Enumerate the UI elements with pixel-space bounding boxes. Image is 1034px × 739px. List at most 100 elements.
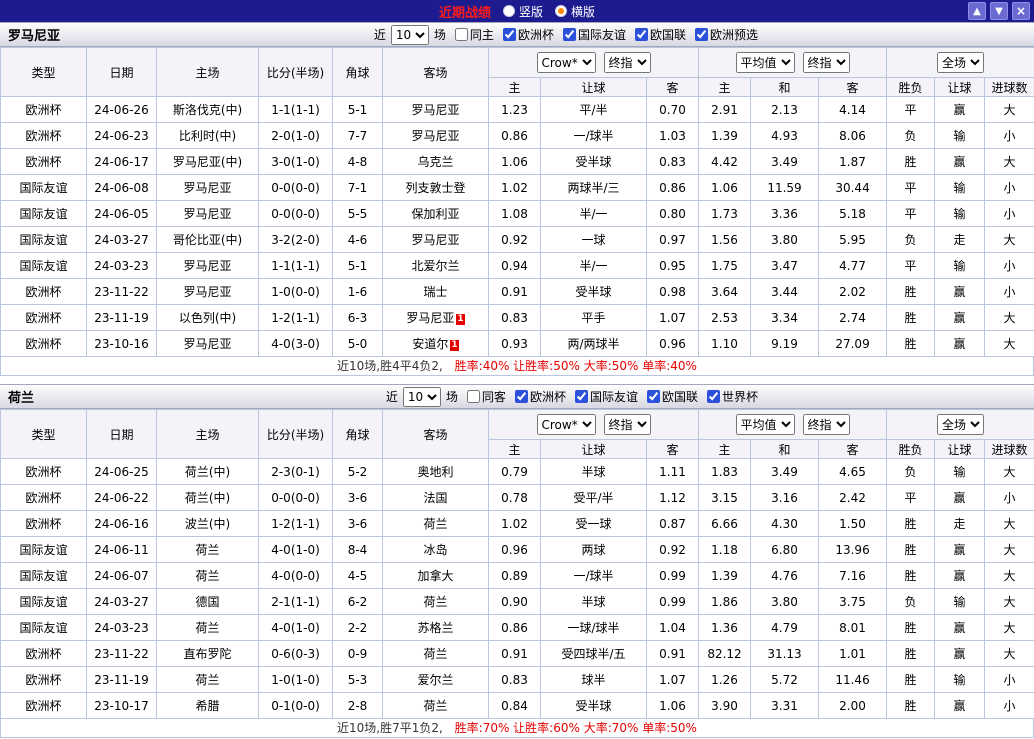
match-row: 欧洲杯 24-06-16 波兰(中) 1-2(1-1) 3-6 荷兰 1.02 受一球 0.87… — [0, 510, 1034, 537]
league-checkbox-3-input[interactable] — [694, 28, 708, 41]
handicap-cell: 半/一 — [540, 200, 647, 227]
avg-draw-odds-cell: 6.80 — [750, 536, 820, 563]
league-type-cell: 欧洲杯 — [0, 122, 87, 149]
league-label-3: 世界杯 — [721, 390, 758, 404]
home-team-cell: 荷兰 — [156, 666, 259, 693]
avg-source-select[interactable]: 平均值 — [735, 52, 795, 73]
same-venue-checkbox-input[interactable] — [466, 390, 480, 403]
away-team-name: 荷兰 — [423, 517, 448, 531]
match-row: 国际友谊 24-03-23 荷兰 4-0(1-0) 2-2 苏格兰 0.86 一球/球半 1.0… — [0, 614, 1034, 641]
col-avg-away: 客 — [818, 77, 888, 97]
away-team-name: 保加利亚 — [411, 207, 460, 221]
scroll-up-button[interactable]: ▲ — [968, 2, 986, 20]
date-cell: 24-06-08 — [86, 174, 157, 201]
red-card-badge: 1 — [456, 314, 465, 325]
avg-away-odds-cell: 4.77 — [818, 252, 888, 279]
filter-controls: 近 10 场 同主 欧洲杯 国际友谊 欧国联 欧洲预选 — [374, 24, 758, 45]
avg-draw-odds-cell: 4.93 — [750, 122, 820, 149]
col-date: 日期 — [86, 409, 157, 459]
away-team-name: 罗马尼亚 — [406, 311, 455, 325]
avg-home-odds-cell: 1.56 — [698, 226, 752, 253]
layout-vertical-radio[interactable]: 竖版 — [502, 3, 543, 20]
handicap-cell: 受平/半 — [540, 484, 647, 511]
handicap-result-cell: 赢 — [934, 562, 986, 589]
away-team-name: 冰岛 — [423, 543, 448, 557]
corners-cell: 5-2 — [332, 458, 383, 485]
score-cell: 4-0(1-0) — [258, 614, 333, 641]
handicap-result-cell: 赢 — [934, 304, 986, 331]
avg-home-odds-cell: 1.39 — [698, 122, 752, 149]
handicap-cell: 平/半 — [540, 96, 647, 123]
league-checkbox-0[interactable]: 欧洲杯 — [514, 388, 566, 405]
crow-home-odds-cell: 0.91 — [488, 640, 541, 667]
league-checkbox-2-input[interactable] — [634, 28, 648, 41]
layout-horizontal-radio[interactable]: 横版 — [555, 3, 595, 20]
score-cell: 0-1(0-0) — [258, 692, 333, 719]
recent-count-select[interactable]: 10 — [402, 386, 441, 407]
same-venue-checkbox[interactable]: 同主 — [454, 26, 494, 43]
fulltime-select[interactable]: 全场 — [937, 52, 985, 73]
col-type: 类型 — [0, 47, 87, 97]
handicap-result-cell: 输 — [934, 252, 986, 279]
fulltime-select[interactable]: 全场 — [937, 414, 985, 435]
goals-result-cell: 小 — [984, 252, 1034, 279]
close-button[interactable]: × — [1012, 2, 1030, 20]
avg-draw-odds-cell: 3.44 — [750, 278, 820, 305]
col-away: 客场 — [382, 409, 489, 459]
league-checkbox-0[interactable]: 欧洲杯 — [502, 26, 554, 43]
league-checkbox-3-input[interactable] — [706, 390, 720, 403]
league-type-cell: 国际友谊 — [0, 200, 87, 227]
avg-source-select[interactable]: 平均值 — [735, 414, 795, 435]
crow-home-odds-cell: 0.83 — [488, 304, 541, 331]
goals-result-cell: 小 — [984, 484, 1034, 511]
col-corners: 角球 — [332, 409, 383, 459]
away-team-cell: 罗马尼亚 — [382, 96, 489, 123]
date-cell: 23-11-22 — [86, 278, 157, 305]
corners-cell: 4-6 — [332, 226, 383, 253]
avg-draw-odds-cell: 3.49 — [750, 458, 820, 485]
home-team-cell: 荷兰(中) — [156, 484, 259, 511]
avg-time-select[interactable]: 终指 — [802, 52, 850, 73]
corners-cell: 5-0 — [332, 330, 383, 357]
league-checkbox-1-input[interactable] — [562, 28, 576, 41]
bookmaker-select[interactable]: Crow* — [536, 414, 596, 435]
handicap-cell: 受半球 — [540, 278, 647, 305]
recent-count-select[interactable]: 10 — [390, 24, 429, 45]
league-checkbox-1[interactable]: 国际友谊 — [574, 388, 638, 405]
away-team-cell: 苏格兰 — [382, 614, 489, 641]
league-type-cell: 国际友谊 — [0, 252, 87, 279]
summary-row: 近10场,胜4平4负2, 胜率:40% 让胜率:50% 大率:50% 单率:40… — [0, 357, 1034, 376]
league-checkbox-2[interactable]: 欧国联 — [634, 26, 686, 43]
avg-away-odds-cell: 1.50 — [818, 510, 888, 537]
league-type-cell: 欧洲杯 — [0, 484, 87, 511]
avg-time-select[interactable]: 终指 — [802, 414, 850, 435]
corners-cell: 6-2 — [332, 588, 383, 615]
home-team-cell: 斯洛伐克(中) — [156, 96, 259, 123]
league-checkbox-3[interactable]: 欧洲预选 — [694, 26, 758, 43]
bookmaker-select[interactable]: Crow* — [536, 52, 596, 73]
scroll-down-button[interactable]: ▼ — [990, 2, 1008, 20]
league-checkbox-1-input[interactable] — [574, 390, 588, 403]
league-checkbox-0-input[interactable] — [502, 28, 516, 41]
score-cell: 2-0(1-0) — [258, 122, 333, 149]
col-avg-home: 主 — [698, 77, 752, 97]
away-team-cell: 荷兰 — [382, 692, 489, 719]
league-type-cell: 欧洲杯 — [0, 666, 87, 693]
odds-time-select[interactable]: 终指 — [603, 414, 651, 435]
away-team-cell: 北爱尔兰 — [382, 252, 489, 279]
league-checkbox-3[interactable]: 世界杯 — [706, 388, 758, 405]
same-venue-checkbox[interactable]: 同客 — [466, 388, 506, 405]
team-header-bar: 罗马尼亚 近 10 场 同主 欧洲杯 国际友谊 欧国联 欧洲预选 — [0, 22, 1034, 47]
league-checkbox-1[interactable]: 国际友谊 — [562, 26, 626, 43]
avg-draw-odds-cell: 3.80 — [750, 588, 820, 615]
odds-time-select[interactable]: 终指 — [603, 52, 651, 73]
league-checkbox-2[interactable]: 欧国联 — [646, 388, 698, 405]
avg-away-odds-cell: 2.74 — [818, 304, 888, 331]
league-checkbox-0-input[interactable] — [514, 390, 528, 403]
league-checkbox-2-input[interactable] — [646, 390, 660, 403]
crow-away-odds-cell: 0.92 — [645, 536, 700, 563]
same-venue-checkbox-input[interactable] — [454, 28, 468, 41]
team-section: 罗马尼亚 近 10 场 同主 欧洲杯 国际友谊 欧国联 欧洲预选 类型 日期 主… — [0, 22, 1034, 376]
matches-label: 场 — [445, 390, 458, 404]
col-score: 比分(半场) — [258, 47, 333, 97]
